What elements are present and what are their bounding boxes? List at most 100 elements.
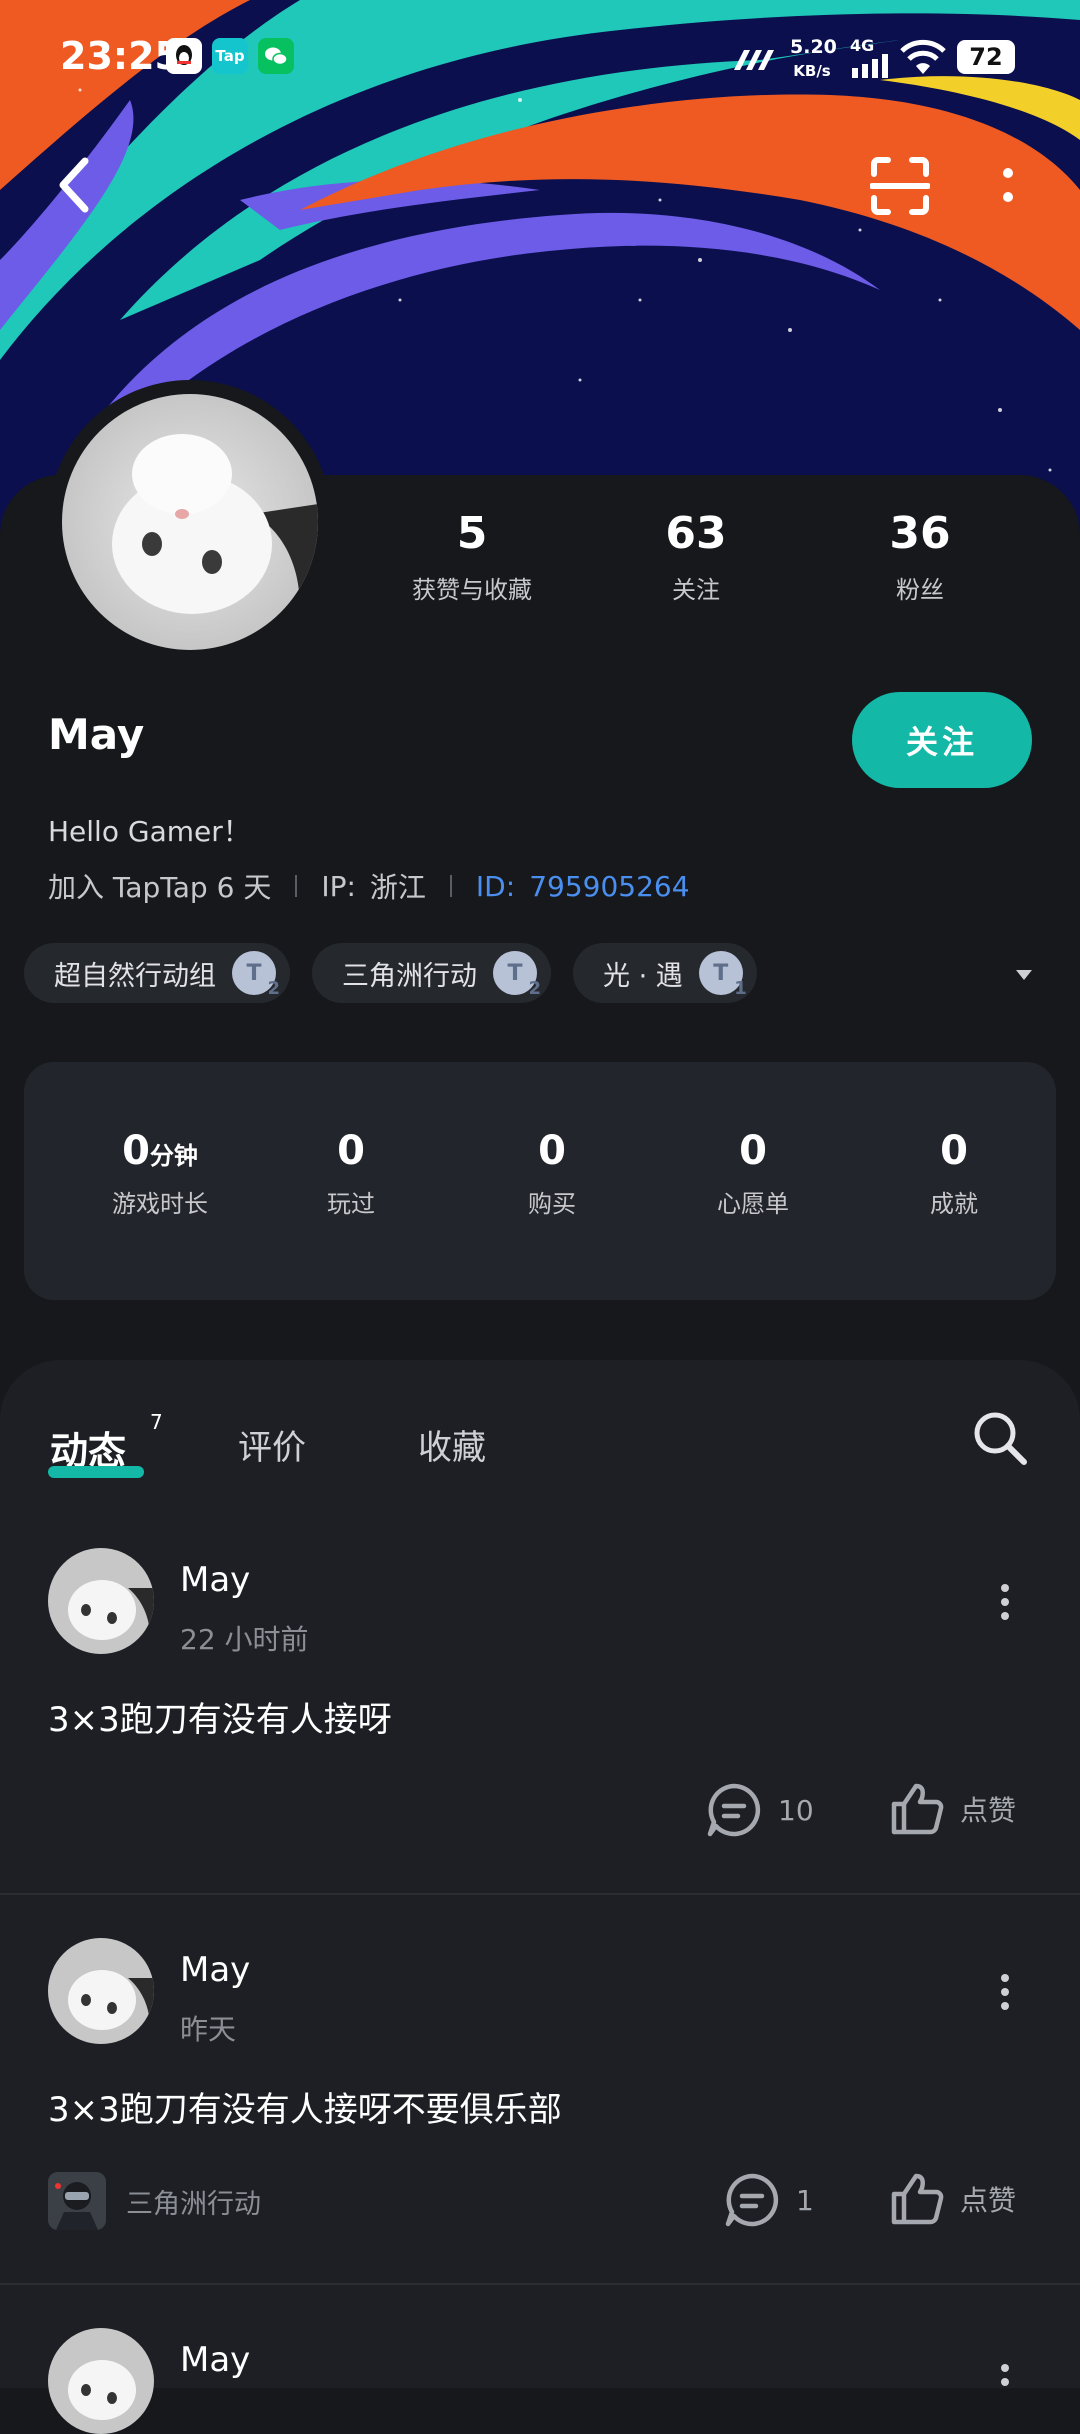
more-vertical-icon xyxy=(1003,168,1013,202)
scan-icon xyxy=(870,157,930,215)
post-more-button[interactable] xyxy=(990,2362,1020,2388)
level-number: 1 xyxy=(734,978,747,999)
level-badge-icon: T2 xyxy=(493,951,541,999)
scan-button[interactable] xyxy=(862,148,938,224)
game-stat-value: 0 xyxy=(538,1128,566,1174)
wechat-icon xyxy=(258,38,294,74)
feed-search-button[interactable] xyxy=(970,1408,1030,1468)
profile-avatar[interactable] xyxy=(62,394,318,650)
tab-moments-count: 7 xyxy=(150,1410,163,1434)
more-button[interactable] xyxy=(985,150,1031,220)
more-vertical-icon xyxy=(1001,1584,1009,1620)
profile-name: May xyxy=(48,710,145,759)
level-badge-icon: T1 xyxy=(698,951,747,999)
feed-panel xyxy=(0,1360,1080,2388)
search-icon xyxy=(974,1412,1027,1465)
meta-divider xyxy=(295,875,298,897)
id-label: ID: xyxy=(475,869,516,903)
status-bar: 23:25 Tap 5.20 KB/s 4G 72 xyxy=(0,0,1080,120)
ip-value: 浙江 xyxy=(369,871,426,904)
taptap-icon: Tap xyxy=(212,38,248,74)
profile-bio: Hello Gamer！ xyxy=(48,815,251,848)
meta-divider xyxy=(449,875,452,897)
like-button[interactable]: 点赞 xyxy=(888,2170,1016,2228)
game-stat-label: 玩过 xyxy=(327,1190,375,1218)
tab-reviews[interactable]: 评价 xyxy=(238,1420,306,1469)
game-stat-label: 心愿单 xyxy=(717,1190,789,1218)
level-number: 2 xyxy=(267,978,280,999)
game-stat-playtime[interactable]: 0分钟 游戏时长 xyxy=(70,1128,250,1219)
like-label: 点赞 xyxy=(960,2184,1017,2217)
back-button[interactable] xyxy=(40,150,110,220)
game-stat-label: 游戏时长 xyxy=(112,1190,208,1218)
game-stat-played[interactable]: 0 玩过 xyxy=(261,1128,441,1219)
stat-likes-label: 获赞与收藏 xyxy=(412,576,532,604)
follow-button[interactable]: 关注 xyxy=(852,692,1032,788)
joined-text: 加入 TapTap 6 天 xyxy=(48,871,272,904)
game-stat-value: 0 xyxy=(122,1128,150,1174)
game-tag-label: 超自然行动组 xyxy=(54,960,216,992)
tab-favorites[interactable]: 收藏 xyxy=(418,1420,486,1469)
game-stat-label: 购买 xyxy=(528,1190,576,1218)
vpn-icon xyxy=(734,50,774,70)
game-thumbnail-icon xyxy=(48,2172,106,2230)
like-button[interactable]: 点赞 xyxy=(888,1780,1016,1838)
profile-meta: 加入 TapTap 6 天 IP: 浙江 ID: 795905264 xyxy=(48,866,690,906)
signal-icon xyxy=(852,54,888,78)
more-vertical-icon xyxy=(1001,2364,1009,2386)
post-author[interactable]: May xyxy=(180,2340,250,2380)
thumbs-up-icon xyxy=(891,1783,944,1835)
game-stat-wishlist[interactable]: 0 心愿单 xyxy=(663,1128,843,1219)
post-time: 昨天 xyxy=(180,2013,237,2046)
stat-followers-label: 粉丝 xyxy=(896,576,944,604)
network-type: 4G xyxy=(850,36,875,55)
game-tag-label: 三角洲行动 xyxy=(342,960,477,992)
ip-label: IP: xyxy=(321,869,356,903)
game-stat-label: 成就 xyxy=(930,1190,978,1218)
post-time: 22 小时前 xyxy=(180,1623,309,1656)
id-value[interactable]: 795905264 xyxy=(529,870,689,903)
game-tag-item[interactable]: 超自然行动组 T2 xyxy=(24,943,290,1003)
game-tag-label: 光 · 遇 xyxy=(603,960,683,992)
post-more-button[interactable] xyxy=(990,1582,1020,1622)
post-more-button[interactable] xyxy=(990,1972,1020,2012)
post-divider xyxy=(0,1893,1080,1895)
level-badge-icon: T2 xyxy=(232,951,280,999)
post-author[interactable]: May xyxy=(180,1560,250,1600)
net-speed-unit: KB/s xyxy=(793,62,831,80)
more-vertical-icon xyxy=(1001,1974,1009,2010)
stat-following-label: 关注 xyxy=(672,576,720,604)
tab-indicator xyxy=(48,1466,144,1478)
post-author[interactable]: May xyxy=(180,1950,250,1990)
post-game-name: 三角洲行动 xyxy=(126,2188,261,2220)
post-avatar[interactable] xyxy=(48,2328,154,2434)
post-divider xyxy=(0,2283,1080,2285)
net-speed-value: 5.20 xyxy=(790,36,837,58)
level-number: 2 xyxy=(528,978,541,999)
game-stat-purchased[interactable]: 0 购买 xyxy=(462,1128,642,1219)
stat-following-value: 63 xyxy=(665,508,727,559)
back-icon xyxy=(59,157,89,213)
qq-icon xyxy=(166,38,202,74)
wifi-icon xyxy=(900,39,946,74)
stat-followers-value: 36 xyxy=(889,508,951,559)
post-game-tag[interactable]: 三角洲行动 xyxy=(48,2172,261,2230)
game-tags: 超自然行动组 T2 三角洲行动 T2 光 · 遇 T1 xyxy=(24,943,757,1003)
post-avatar[interactable] xyxy=(48,1548,154,1654)
like-label: 点赞 xyxy=(960,1794,1017,1827)
game-stat-value: 0 xyxy=(739,1128,767,1174)
game-stat-achievements[interactable]: 0 成就 xyxy=(864,1128,1044,1219)
tags-expand-button[interactable] xyxy=(1010,960,1038,988)
game-tag-item[interactable]: 三角洲行动 T2 xyxy=(312,943,551,1003)
status-time: 23:25 xyxy=(60,34,181,78)
comment-count: 10 xyxy=(778,1793,814,1827)
game-tag-item[interactable]: 光 · 遇 T1 xyxy=(573,943,757,1003)
caret-down-icon xyxy=(1016,970,1032,980)
post-avatar[interactable] xyxy=(48,1938,154,2044)
game-stat-value: 0 xyxy=(940,1128,968,1174)
comment-icon xyxy=(707,1783,761,1837)
comment-button[interactable]: 10 xyxy=(704,1780,814,1840)
post-text: 3×3跑刀有没有人接呀不要俱乐部 xyxy=(48,2090,562,2130)
battery-indicator: 72 xyxy=(957,40,1015,74)
comment-button[interactable]: 1 xyxy=(722,2170,814,2230)
